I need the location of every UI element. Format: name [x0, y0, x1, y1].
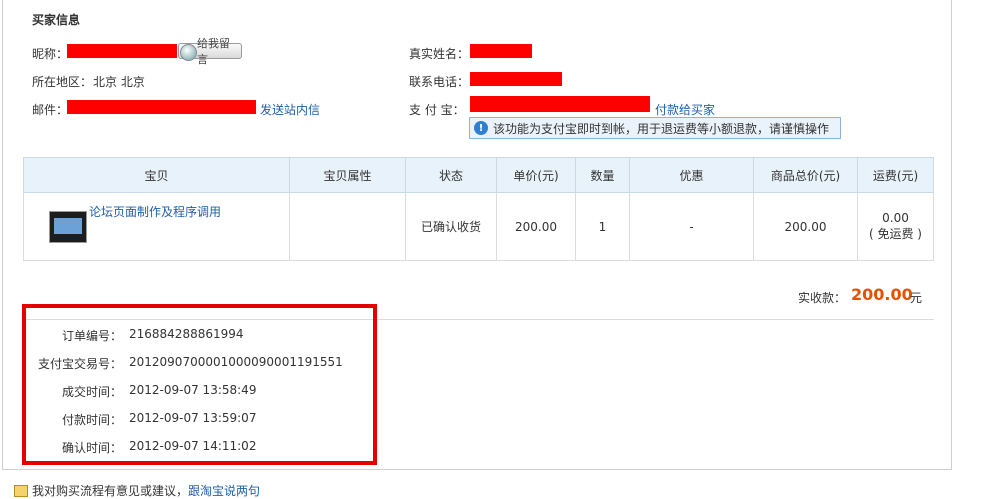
feedback-text: 我对购买流程有意见或建议，	[32, 484, 189, 498]
realname-label: 真实姓名：	[409, 47, 470, 61]
trade-no-label: 支付宝交易号：	[37, 357, 122, 371]
header-item: 宝贝	[23, 157, 290, 193]
shipping-cell: 0.00 ( 免运费 )	[857, 192, 934, 261]
email-label: 邮件：	[32, 103, 69, 117]
phone-label: 联系电话：	[409, 75, 470, 89]
received-amount: 200.00	[851, 285, 913, 304]
deal-time-value: 2012-09-07 13:58:49	[129, 383, 257, 397]
nickname-label: 昵称：	[32, 47, 69, 61]
chat-icon	[180, 44, 197, 61]
pay-time-label: 付款时间：	[61, 413, 122, 427]
shipping-note: ( 免运费 )	[869, 227, 922, 241]
feedback-link[interactable]: 跟淘宝说两句	[188, 482, 260, 499]
pay-buyer-link[interactable]: 付款给买家	[655, 101, 715, 118]
qty-cell: 1	[575, 192, 630, 261]
region-label: 所在地区：	[32, 75, 93, 89]
order-no-value: 216884288861994	[129, 327, 244, 341]
received-label: 实收款：	[798, 291, 847, 305]
header-shipping: 运费(元)	[857, 157, 934, 193]
table-row: 论坛页面制作及程序调用 已确认收货 200.00 1 - 200.00 0.00…	[23, 192, 934, 261]
alipay-redaction	[470, 96, 650, 112]
nickname-redaction	[67, 44, 177, 58]
deal-time-label: 成交时间：	[61, 385, 122, 399]
confirm-time-label: 确认时间：	[61, 441, 122, 455]
received-unit: 元	[910, 291, 923, 305]
shipping-value: 0.00	[882, 211, 909, 225]
phone-redaction	[470, 72, 562, 86]
product-link[interactable]: 论坛页面制作及程序调用	[89, 203, 221, 220]
status-cell: 已确认收货	[405, 192, 497, 261]
header-price: 单价(元)	[496, 157, 576, 193]
order-items-table: 宝贝 宝贝属性 状态 单价(元) 数量 优惠 商品总价(元) 运费(元) 论坛页…	[23, 157, 934, 261]
alipay-notice: ! 该功能为支付宝即时到帐，用于退运费等小额退款，请谨慎操作	[469, 117, 841, 139]
confirm-time-value: 2012-09-07 14:11:02	[129, 439, 257, 453]
discount-cell: -	[629, 192, 754, 261]
section-title: 买家信息	[32, 13, 81, 27]
notice-text: 该功能为支付宝即时到帐，用于退运费等小额退款，请谨慎操作	[493, 121, 830, 136]
send-message-link[interactable]: 发送站内信	[260, 101, 320, 118]
header-status: 状态	[405, 157, 497, 193]
header-qty: 数量	[575, 157, 630, 193]
header-attrs: 宝贝属性	[289, 157, 406, 193]
price-cell: 200.00	[496, 192, 576, 261]
trade-no-value: 2012090700001000090001191551	[129, 355, 343, 369]
realname-redaction	[470, 44, 532, 58]
header-total: 商品总价(元)	[753, 157, 858, 193]
alipay-label: 支 付 宝：	[409, 103, 465, 117]
feedback-icon	[14, 484, 28, 497]
info-icon: !	[474, 121, 488, 135]
product-cell: 论坛页面制作及程序调用	[23, 192, 290, 261]
region-value: 北京 北京	[93, 75, 145, 89]
table-header-row: 宝贝 宝贝属性 状态 单价(元) 数量 优惠 商品总价(元) 运费(元)	[23, 157, 934, 193]
product-thumbnail[interactable]	[49, 211, 87, 243]
order-no-label: 订单编号：	[61, 329, 122, 343]
leave-message-button[interactable]: 给我留言	[178, 37, 242, 66]
leave-message-label: 给我留言	[197, 37, 230, 66]
header-discount: 优惠	[629, 157, 754, 193]
attrs-cell	[289, 192, 406, 261]
pay-time-value: 2012-09-07 13:59:07	[129, 411, 257, 425]
feedback-footer: 我对购买流程有意见或建议， 跟淘宝说两句	[14, 482, 260, 499]
total-cell: 200.00	[753, 192, 858, 261]
email-redaction	[67, 100, 256, 114]
